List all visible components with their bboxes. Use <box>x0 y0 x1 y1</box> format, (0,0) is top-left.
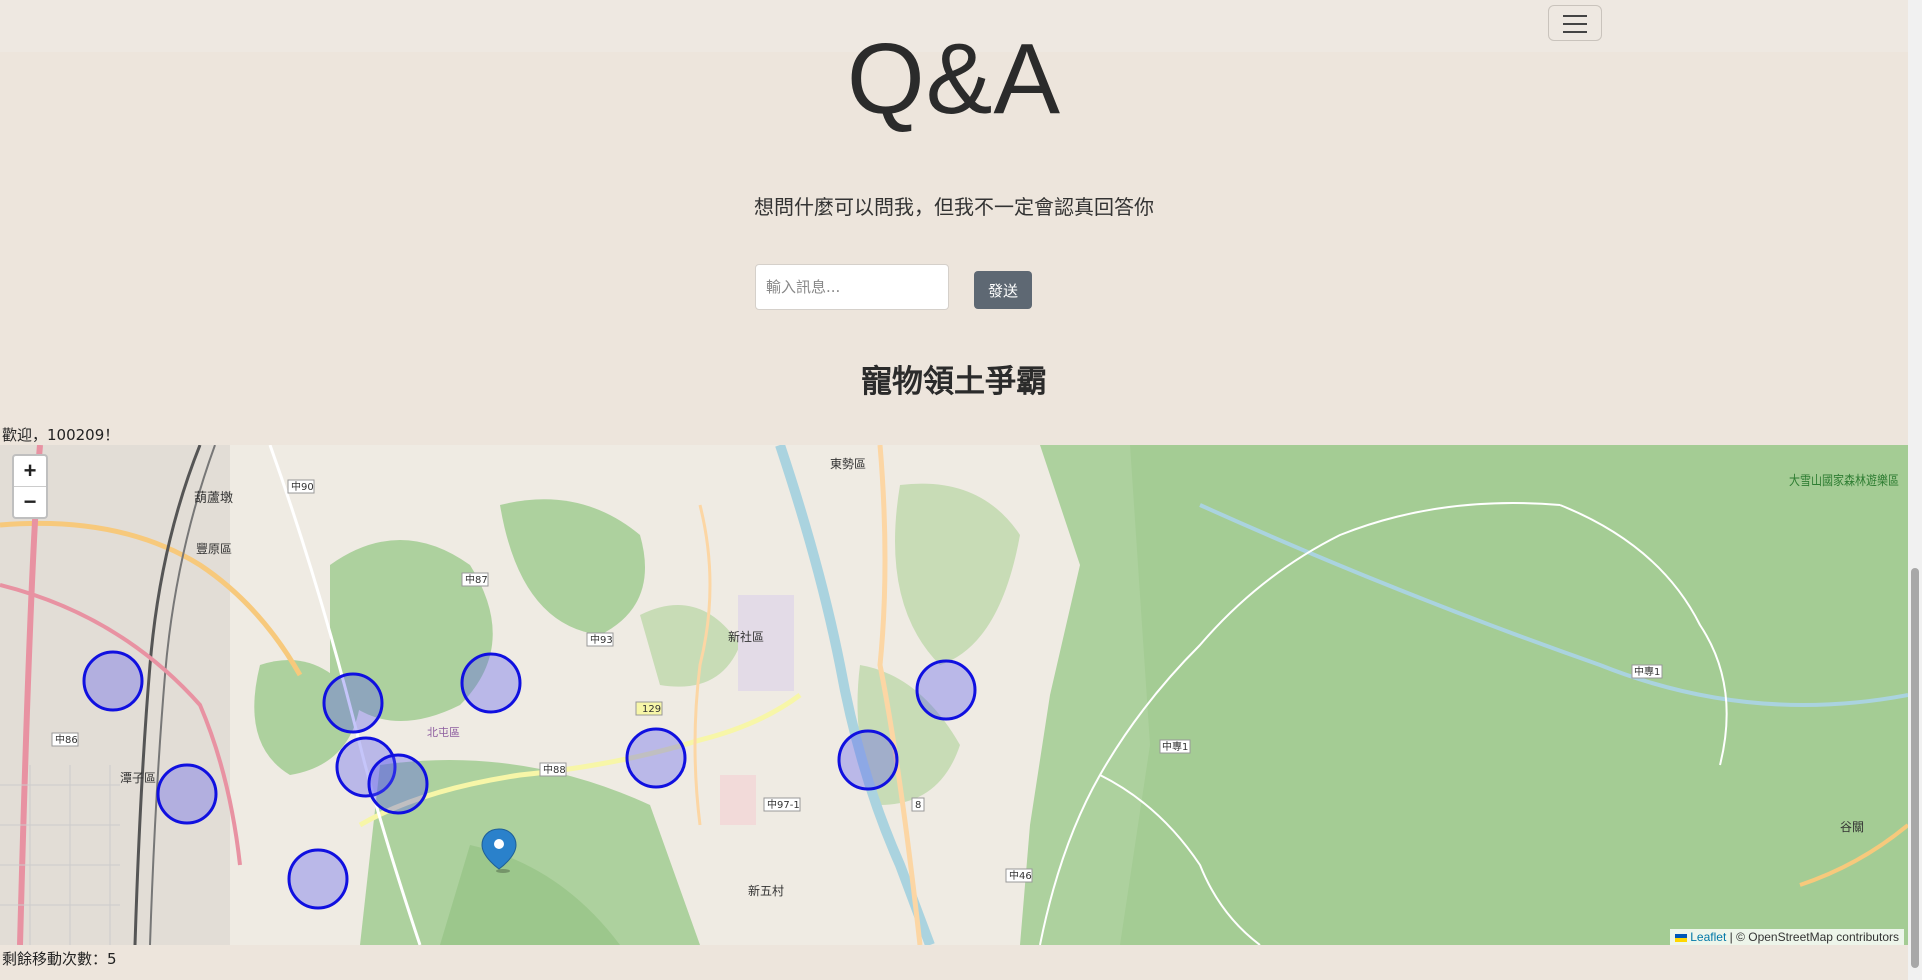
map-label: 大雪山國家森林遊樂區 <box>1789 473 1899 489</box>
attribution-text: | © OpenStreetMap contributors <box>1726 930 1899 944</box>
road-label: 129 <box>642 704 661 715</box>
road-label: 8 <box>915 800 921 811</box>
map-label: 豐原區 <box>196 542 232 556</box>
road-label: 中87 <box>465 573 488 586</box>
remaining-moves: 剩餘移動次數：5 <box>2 950 117 968</box>
territory-circle <box>625 727 687 789</box>
ukraine-flag-icon <box>1675 933 1688 942</box>
message-input[interactable] <box>755 264 949 310</box>
welcome-text: 歡迎，100209！ <box>2 426 120 444</box>
map-label: 潭子區 <box>120 771 156 785</box>
territory-circle <box>915 659 977 721</box>
territory-circle <box>287 848 349 910</box>
send-button[interactable]: 發送 <box>974 271 1032 309</box>
road-label: 中88 <box>543 763 566 776</box>
zoom-out-button[interactable]: − <box>14 487 46 517</box>
territory-circle <box>322 672 384 734</box>
territory-circle <box>837 729 899 791</box>
page: Q&A 想問什麼可以問我，但我不一定會認真回答你 發送 寵物領土爭霸 歡迎，10… <box>0 0 1922 980</box>
road-label: 中90 <box>291 480 314 493</box>
map-label: 葫蘆墩 <box>194 491 233 506</box>
map-label: 東勢區 <box>830 456 866 471</box>
map[interactable]: 葫蘆墩 豐原區 新社區 東勢區 潭子區 新五村 北屯區 谷關 大雪山國家森林遊樂… <box>0 445 1908 945</box>
page-title: Q&A <box>846 23 1062 135</box>
road-label: 中專1 <box>1162 740 1188 753</box>
map-label: 新五村 <box>748 883 784 898</box>
map-attribution: Leaflet | © OpenStreetMap contributors <box>1670 929 1904 945</box>
territory-circle <box>82 650 144 712</box>
territory-circle <box>367 753 429 815</box>
scrollbar[interactable] <box>1908 0 1922 980</box>
scrollbar-thumb[interactable] <box>1911 568 1919 968</box>
zoom-control: + − <box>12 454 48 519</box>
territory-circle <box>460 652 522 714</box>
zoom-in-button[interactable]: + <box>14 456 46 487</box>
game-title: 寵物領土爭霸 <box>861 364 1047 400</box>
road-label: 中93 <box>590 633 613 646</box>
territory-circle <box>156 763 218 825</box>
map-label: 谷關 <box>1840 820 1864 834</box>
page-subtitle: 想問什麼可以問我，但我不一定會認真回答你 <box>754 195 1154 219</box>
road-label: 中專1 <box>1634 665 1660 678</box>
map-tiles: 葫蘆墩 豐原區 新社區 東勢區 潭子區 新五村 北屯區 谷關 大雪山國家森林遊樂… <box>0 445 1908 945</box>
road-label: 中86 <box>55 733 78 746</box>
hamburger-icon <box>1563 15 1587 17</box>
leaflet-link[interactable]: Leaflet <box>1690 930 1726 944</box>
road-label: 中46 <box>1009 869 1032 882</box>
map-label: 北屯區 <box>427 726 460 739</box>
map-label: 新社區 <box>728 629 764 644</box>
road-label: 中97-1 <box>767 798 800 811</box>
